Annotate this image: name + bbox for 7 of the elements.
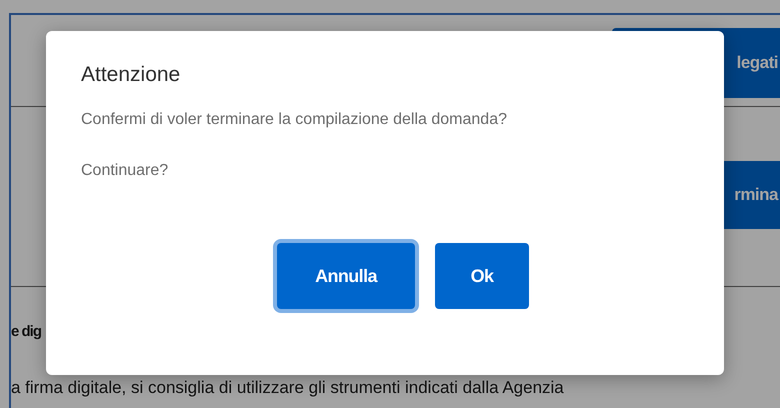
dialog-message: Continuare? — [81, 162, 170, 180]
dialog-message: Confermi di voler terminare la compilazione della domanda? — [81, 111, 508, 129]
ok-button[interactable]: Ok — [435, 243, 529, 309]
section-heading: e dig — [11, 323, 42, 340]
dialog-title: Attenzione — [81, 63, 182, 87]
section-text: a firma digitale, si consiglia di utilizzare gli strumenti indicati dalla Agenzia — [11, 378, 564, 398]
cancel-button[interactable]: Annulla — [277, 243, 415, 309]
